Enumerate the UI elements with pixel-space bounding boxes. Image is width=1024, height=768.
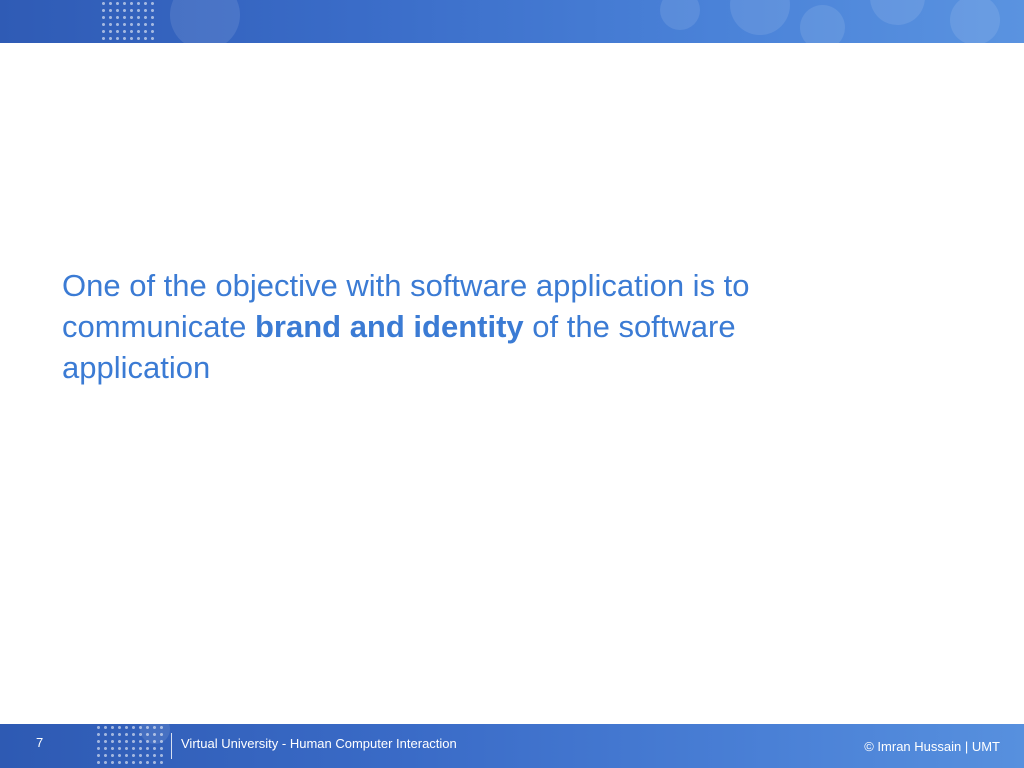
body-text-emphasis: brand and identity (254, 309, 524, 344)
bubble-decoration (730, 0, 790, 35)
course-title: Virtual University - Human Computer Inte… (181, 736, 457, 751)
footer-bar: 7 Virtual University - Human Computer In… (0, 724, 1024, 768)
slide-body-text: One of the objective with software appli… (62, 265, 862, 388)
bubble-decoration (800, 5, 845, 43)
copyright-notice: © Imran Hussain | UMT (864, 739, 1000, 754)
bubble-decoration (870, 0, 925, 25)
dot-pattern-decoration (100, 0, 155, 43)
footer-divider (171, 733, 172, 759)
bubble-decoration (950, 0, 1000, 43)
slide: One of the objective with software appli… (0, 0, 1024, 768)
top-decorative-banner (0, 0, 1024, 43)
bubble-decoration (170, 0, 240, 43)
page-number: 7 (36, 735, 44, 750)
bubble-decoration (660, 0, 700, 30)
